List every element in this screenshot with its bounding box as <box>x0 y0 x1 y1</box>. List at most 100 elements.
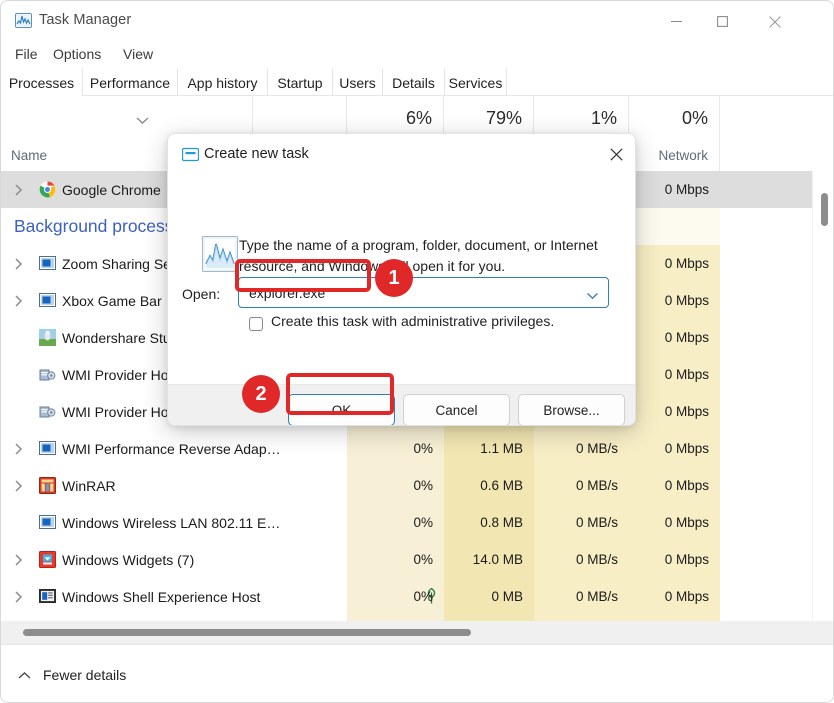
browse-button[interactable]: Browse... <box>518 394 625 426</box>
window-icon <box>39 255 56 272</box>
process-row[interactable]: WinRAR 0%0.6 MB0 MB/s0 Mbps <box>1 467 812 504</box>
tab-users[interactable]: Users <box>333 69 383 96</box>
task-manager-window: Task Manager File Options View Processes… <box>0 0 834 703</box>
cell-memory: 1.1 MB <box>444 430 534 467</box>
tab-label: Performance <box>90 75 170 91</box>
new-task-icon <box>182 146 199 168</box>
task-manager-large-icon <box>202 236 238 277</box>
expand-chevron-icon[interactable] <box>14 578 23 615</box>
cell-cpu: 0% <box>347 578 444 615</box>
cancel-button[interactable]: Cancel <box>403 394 510 426</box>
cell-network: 0 Mbps <box>629 467 720 504</box>
tab-startup[interactable]: Startup <box>268 69 333 96</box>
tab-strip: Processes Performance App history Startup Us… <box>1 69 834 96</box>
cell-network: 0 Mbps <box>629 541 720 578</box>
cell-memory: 0.6 MB <box>444 467 534 504</box>
tab-processes[interactable]: Processes <box>1 69 83 96</box>
column-header-network[interactable]: 0% Network <box>629 96 720 171</box>
cell-cpu: 0% <box>347 504 444 541</box>
tab-performance[interactable]: Performance <box>83 69 178 96</box>
menu-view[interactable]: View <box>119 45 157 63</box>
dialog-close-button[interactable] <box>595 134 636 175</box>
window-titlebar: Task Manager <box>1 1 834 42</box>
tab-label: Startup <box>277 75 322 91</box>
tab-details[interactable]: Details <box>383 69 445 96</box>
process-row[interactable]: Windows Widgets (7)0%14.0 MB0 MB/s0 Mbps <box>1 541 812 578</box>
vertical-scrollbar[interactable] <box>812 171 834 621</box>
annotation-badge-1: 1 <box>375 259 413 297</box>
process-name: Google Chrome <box>62 171 161 208</box>
fewer-details-label: Fewer details <box>43 667 126 683</box>
task-manager-icon <box>15 12 32 29</box>
cell-cpu: 0% <box>347 467 444 504</box>
cell-disk: 0 MB/s <box>534 430 629 467</box>
cell-network: 0 Mbps <box>629 578 720 615</box>
process-name: Windows Widgets (7) <box>62 541 194 578</box>
minimize-button[interactable] <box>653 1 699 42</box>
open-combobox[interactable]: explorer.exe <box>238 277 609 308</box>
tab-app-history[interactable]: App history <box>178 69 268 96</box>
cancel-button-label: Cancel <box>435 403 477 418</box>
browse-button-label: Browse... <box>543 403 599 418</box>
window-icon <box>39 440 56 457</box>
dialog-description: Type the name of a program, folder, docu… <box>239 235 599 277</box>
admin-privileges-label[interactable]: Create this task with administrative pri… <box>271 313 554 329</box>
expand-chevron-icon[interactable] <box>14 541 23 578</box>
menu-options[interactable]: Options <box>49 45 105 63</box>
chevron-down-icon[interactable] <box>586 287 599 305</box>
cell-disk: 0 MB/s <box>534 467 629 504</box>
ok-button-label: OK <box>332 403 352 418</box>
process-name: WinRAR <box>62 467 116 504</box>
horizontal-scrollbar-thumb[interactable] <box>23 629 471 636</box>
column-header-name-label: Name <box>11 148 47 163</box>
ok-button[interactable]: OK <box>288 394 395 426</box>
winrar-icon <box>39 477 56 494</box>
menu-file[interactable]: File <box>11 45 42 63</box>
tab-label: App history <box>187 75 257 91</box>
wondershare-icon <box>39 329 56 346</box>
maximize-button[interactable] <box>699 1 745 42</box>
admin-privileges-checkbox[interactable] <box>249 317 263 331</box>
disk-total-percent: 1% <box>591 108 617 129</box>
cell-memory: 0 MB <box>444 578 534 615</box>
chrome-icon <box>39 181 56 198</box>
process-name: Windows Wireless LAN 802.11 E… <box>62 504 280 541</box>
open-input-field[interactable]: explorer.exe <box>249 278 325 307</box>
process-row[interactable]: Windows Wireless LAN 802.11 E…0%0.8 MB0 … <box>1 504 812 541</box>
process-row[interactable]: WMI Performance Reverse Adap… 0%1.1 MB0 M… <box>1 430 812 467</box>
active-tab-indicator <box>1 95 82 97</box>
expand-chevron-icon[interactable] <box>14 282 23 319</box>
process-name: WMI Performance Reverse Adap… <box>62 430 281 467</box>
process-name: WMI Provider Host <box>62 393 179 430</box>
cell-network: 0 Mbps <box>629 356 720 393</box>
dialog-titlebar: Create new task <box>168 134 636 175</box>
window-title: Task Manager <box>39 12 131 28</box>
widgets-icon <box>39 551 56 568</box>
process-name: WMI Provider Host <box>62 356 179 393</box>
cell-network: 0 Mbps <box>629 319 720 356</box>
gear-host-icon <box>39 366 56 383</box>
tab-label: Processes <box>9 75 74 91</box>
expand-chevron-icon[interactable] <box>14 430 23 467</box>
expand-chevron-icon[interactable] <box>14 467 23 504</box>
cell-disk: 0 MB/s <box>534 578 629 615</box>
cell-cpu: 0% <box>347 430 444 467</box>
expand-chevron-icon[interactable] <box>14 171 23 208</box>
fewer-details-button[interactable]: Fewer details <box>17 661 126 689</box>
annotation-badge-2: 2 <box>242 375 280 413</box>
vertical-scrollbar-thumb[interactable] <box>821 193 828 226</box>
process-name: Windows Shell Experience Host <box>62 578 260 615</box>
group-header-label: Background processes <box>14 208 192 245</box>
shell-host-icon <box>39 588 56 605</box>
process-row[interactable]: Windows Shell Experience Host 0%0 MB0 MB/… <box>1 578 812 615</box>
process-name: Xbox Game Bar <box>62 282 162 319</box>
close-button[interactable] <box>745 1 805 42</box>
open-label: Open: <box>182 286 220 302</box>
dialog-title: Create new task <box>204 146 309 162</box>
cell-disk: 0 MB/s <box>534 504 629 541</box>
expand-chevron-icon[interactable] <box>14 245 23 282</box>
horizontal-scrollbar[interactable] <box>1 621 834 644</box>
cpu-total-percent: 6% <box>406 108 432 129</box>
heat-tint <box>629 208 720 245</box>
tab-services[interactable]: Services <box>445 69 507 96</box>
